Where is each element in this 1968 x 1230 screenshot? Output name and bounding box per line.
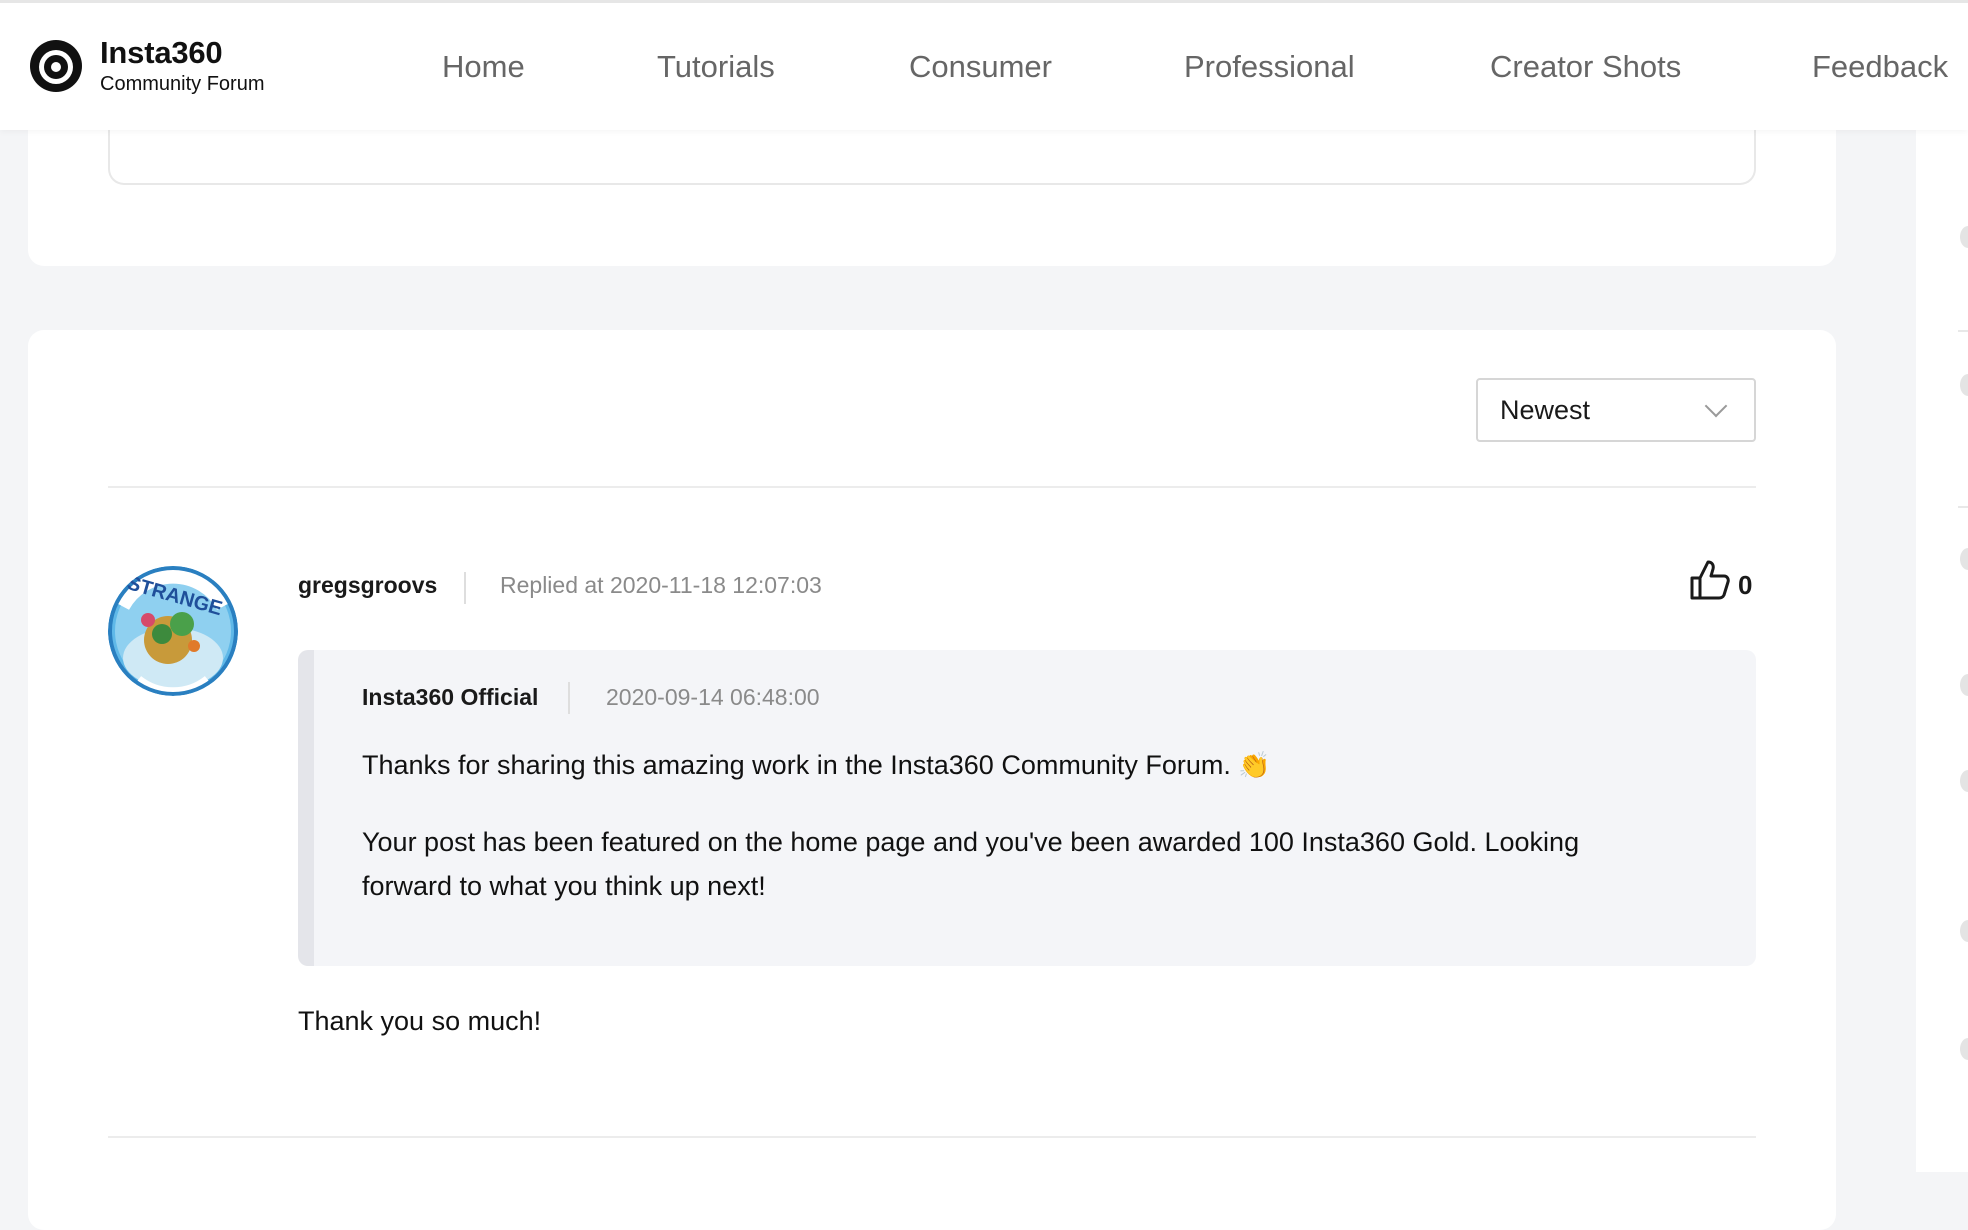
nav-tutorials[interactable]: Tutorials [657, 49, 775, 85]
replies-card: Newest STRANGE gregsgroovs Replied at 20… [28, 330, 1836, 1230]
user-avatar[interactable]: STRANGE [108, 566, 238, 696]
quote-paragraph: Your post has been featured on the home … [362, 827, 1580, 901]
sidebar-dot [1960, 548, 1968, 570]
reply-timestamp: Replied at 2020-11-18 12:07:03 [500, 572, 822, 598]
sort-selected-value: Newest [1500, 394, 1591, 425]
sidebar-dot [1960, 920, 1968, 942]
quote-paragraph: Thanks for sharing this amazing work in … [362, 750, 1271, 781]
top-navigation-bar: Insta360 Community Forum Home Tutorials … [0, 0, 1968, 130]
reply-divider [108, 1136, 1756, 1138]
brand-name: Insta360 [100, 35, 223, 70]
sidebar-dot [1960, 226, 1968, 248]
site-logo[interactable]: Insta360 Community Forum [28, 37, 264, 94]
reply-author[interactable]: gregsgroovs [298, 572, 437, 599]
nav-consumer[interactable]: Consumer [909, 49, 1052, 85]
sidebar-dot [1960, 1038, 1968, 1060]
quote-author[interactable]: Insta360 Official [362, 684, 538, 711]
quote-paragraph-text: Thanks for sharing this amazing work in … [362, 750, 1231, 780]
sidebar-divider [1958, 330, 1968, 332]
chevron-down-icon [1704, 394, 1728, 418]
sidebar-divider [1958, 506, 1968, 508]
nav-creator-shots[interactable]: Creator Shots [1490, 49, 1681, 85]
brand-subtitle: Community Forum [100, 73, 265, 95]
quoted-reply: Insta360 Official 2020-09-14 06:48:00 Th… [298, 650, 1756, 966]
nav-home[interactable]: Home [442, 49, 525, 85]
insta360-logo-icon [30, 39, 82, 92]
thumbs-up-icon[interactable] [1688, 558, 1730, 602]
replies-divider [108, 486, 1756, 488]
sidebar-dot [1960, 374, 1968, 396]
reply-body: Thank you so much! [298, 1006, 542, 1036]
like-count: 0 [1738, 570, 1753, 600]
sidebar-dot [1960, 674, 1968, 696]
meta-separator [464, 572, 466, 604]
sort-dropdown[interactable]: Newest [1476, 378, 1756, 442]
sidebar-dot [1960, 770, 1968, 792]
nav-feedback[interactable]: Feedback [1812, 49, 1948, 85]
quote-timestamp: 2020-09-14 06:48:00 [606, 684, 820, 710]
logo-text: Insta360 Community Forum [100, 37, 264, 94]
nav-professional[interactable]: Professional [1184, 49, 1355, 85]
clapping-hands-icon: 👏 [1238, 750, 1271, 780]
meta-separator [568, 682, 570, 714]
right-sidebar [1916, 130, 1968, 1172]
